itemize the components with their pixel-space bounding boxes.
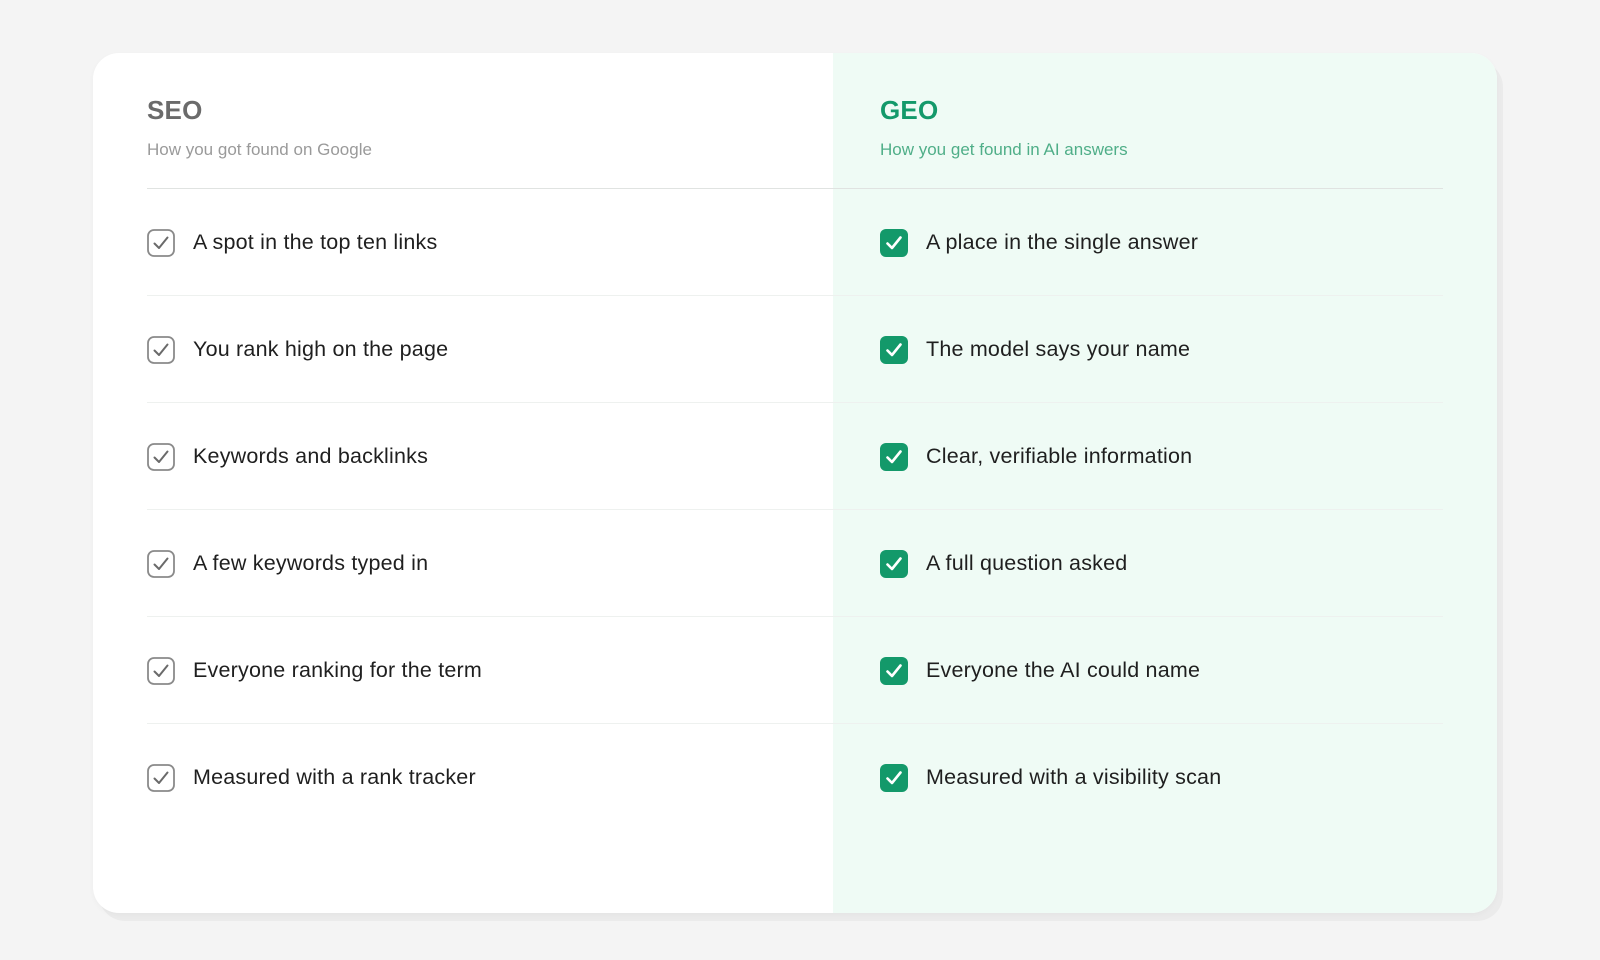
comparison-row: A few keywords typed in A full question … <box>93 510 1497 617</box>
geo-item: Everyone the AI could name <box>880 617 1440 724</box>
geo-item: Clear, verifiable information <box>880 403 1440 510</box>
outline-check-icon <box>147 228 175 257</box>
geo-item: The model says your name <box>880 296 1440 403</box>
seo-item-text: Everyone ranking for the term <box>193 658 483 682</box>
seo-item: Everyone ranking for the term <box>147 617 807 724</box>
seo-item-text: You rank high on the page <box>193 337 449 361</box>
geo-item: Measured with a visibility scan <box>880 724 1440 831</box>
geo-title: GEO <box>880 95 939 125</box>
comparison-row: A spot in the top ten links A place in t… <box>93 189 1497 296</box>
seo-item: A spot in the top ten links <box>147 189 807 296</box>
comparison-row: Everyone ranking for the term Everyone t… <box>93 617 1497 724</box>
comparison-row: You rank high on the page The model says… <box>93 296 1497 403</box>
filled-check-icon <box>880 763 908 792</box>
filled-check-icon <box>880 228 908 257</box>
seo-subtitle: How you got found on Google <box>147 140 372 159</box>
outline-check-icon <box>147 656 175 685</box>
filled-check-icon <box>880 335 908 364</box>
seo-item: Measured with a rank tracker <box>147 724 807 831</box>
geo-item: A place in the single answer <box>880 189 1440 296</box>
seo-item-text: A few keywords typed in <box>193 551 429 575</box>
seo-item: A few keywords typed in <box>147 510 807 617</box>
geo-item-text: Measured with a visibility scan <box>926 765 1222 789</box>
filled-check-icon <box>880 656 908 685</box>
comparison-row: Measured with a rank tracker Measured wi… <box>93 724 1497 831</box>
seo-item: You rank high on the page <box>147 296 807 403</box>
seo-item-text: Keywords and backlinks <box>193 444 429 468</box>
geo-subtitle: How you get found in AI answers <box>880 140 1128 159</box>
outline-check-icon <box>147 549 175 578</box>
outline-check-icon <box>147 442 175 471</box>
filled-check-icon <box>880 442 908 471</box>
geo-item-text: A place in the single answer <box>926 230 1199 254</box>
geo-item-text: The model says your name <box>926 337 1191 361</box>
comparison-row: Keywords and backlinks Clear, verifiable… <box>93 403 1497 510</box>
geo-item: A full question asked <box>880 510 1440 617</box>
geo-item-text: Everyone the AI could name <box>926 658 1201 682</box>
filled-check-icon <box>880 549 908 578</box>
geo-item-text: A full question asked <box>926 551 1128 575</box>
geo-item-text: Clear, verifiable information <box>926 444 1193 468</box>
outline-check-icon <box>147 763 175 792</box>
comparison-card: SEO How you got found on Google GEO How … <box>93 53 1497 913</box>
seo-item-text: A spot in the top ten links <box>193 230 438 254</box>
seo-item-text: Measured with a rank tracker <box>193 765 476 789</box>
seo-item: Keywords and backlinks <box>147 403 807 510</box>
seo-title: SEO <box>147 95 203 125</box>
outline-check-icon <box>147 335 175 364</box>
